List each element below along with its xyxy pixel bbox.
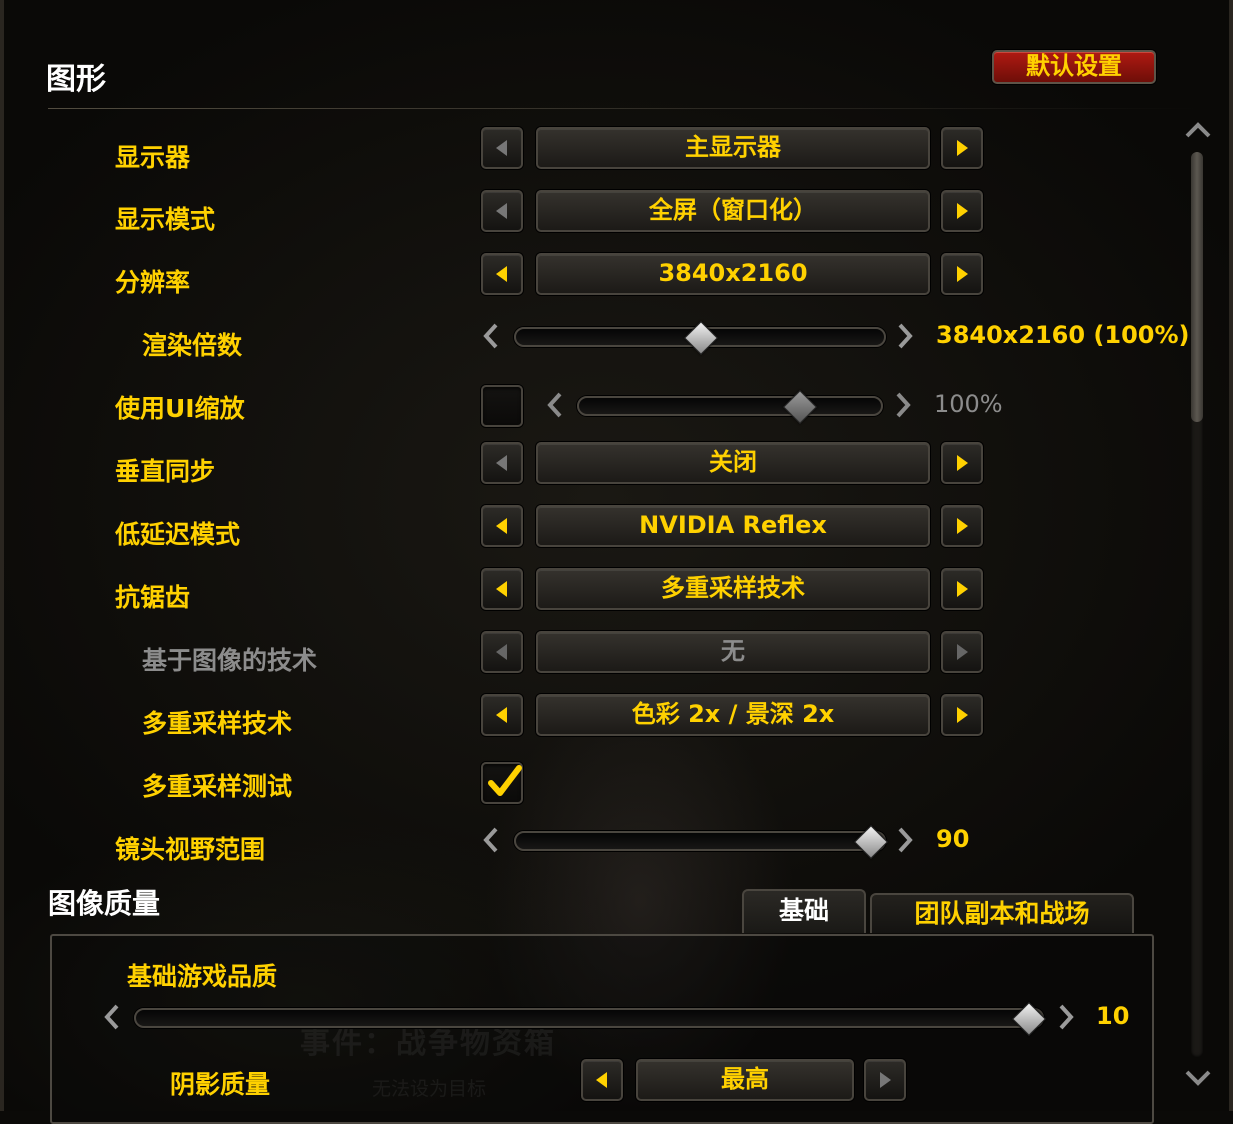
left-arrow-icon [496, 581, 507, 597]
multisample-test-label: 多重采样测试 [142, 772, 293, 801]
vsync-next-button[interactable] [941, 442, 983, 484]
render-scale-decrease-icon[interactable] [483, 323, 499, 349]
resolution-label: 分辨率 [115, 268, 191, 297]
tab-raid-battleground[interactable]: 团队副本和战场 [870, 893, 1134, 933]
multisample-prev-button[interactable] [481, 694, 523, 736]
display-mode-dropdown[interactable]: 全屏（窗口化） [536, 190, 930, 232]
anti-aliasing-label: 抗锯齿 [115, 583, 191, 612]
low-latency-prev-button[interactable] [481, 505, 523, 547]
low-latency-next-button[interactable] [941, 505, 983, 547]
shadow-quality-label: 阴影质量 [170, 1070, 271, 1099]
base-quality-value: 10 [1096, 1002, 1130, 1030]
display-mode-prev-button[interactable] [481, 190, 523, 232]
left-arrow-icon [496, 644, 507, 660]
image-based-aa-label: 基于图像的技术 [142, 646, 318, 675]
vsync-label: 垂直同步 [115, 457, 216, 486]
scrollbar-thumb[interactable] [1191, 152, 1203, 422]
shadow-quality-next-button[interactable] [864, 1059, 906, 1101]
header-divider [48, 108, 1198, 109]
vsync-dropdown[interactable]: 关闭 [536, 442, 930, 484]
multisample-label: 多重采样技术 [142, 709, 293, 738]
right-arrow-icon [957, 581, 968, 597]
right-arrow-icon [957, 266, 968, 282]
left-arrow-icon [496, 455, 507, 471]
right-arrow-icon [957, 455, 968, 471]
left-arrow-icon [496, 707, 507, 723]
left-arrow-icon [496, 518, 507, 534]
right-arrow-icon [957, 203, 968, 219]
multisample-test-checkbox[interactable] [481, 762, 523, 804]
left-arrow-icon [496, 140, 507, 156]
chevron-down-icon[interactable] [1184, 1068, 1212, 1088]
right-arrow-icon [957, 707, 968, 723]
shadow-quality-prev-button[interactable] [581, 1059, 623, 1101]
resolution-prev-button[interactable] [481, 253, 523, 295]
multisample-dropdown[interactable]: 色彩 2x / 景深 2x [536, 694, 930, 736]
ui-scale-slider[interactable] [577, 390, 883, 424]
right-arrow-icon [957, 518, 968, 534]
base-quality-slider[interactable] [134, 1002, 1046, 1036]
multisample-next-button[interactable] [941, 694, 983, 736]
ui-scale-value: 100% [934, 390, 1003, 418]
fov-label: 镜头视野范围 [115, 835, 266, 864]
monitor-label: 显示器 [115, 143, 191, 172]
shadow-quality-dropdown[interactable]: 最高 [636, 1059, 854, 1101]
render-scale-label: 渲染倍数 [142, 331, 243, 360]
right-arrow-icon [880, 1072, 891, 1088]
ui-scale-increase-icon[interactable] [895, 392, 911, 418]
render-scale-slider[interactable] [514, 321, 886, 355]
base-quality-increase-icon[interactable] [1058, 1004, 1074, 1030]
left-arrow-icon [496, 266, 507, 282]
display-mode-next-button[interactable] [941, 190, 983, 232]
base-quality-label: 基础游戏品质 [127, 962, 278, 991]
low-latency-label: 低延迟模式 [115, 520, 241, 549]
fov-increase-icon[interactable] [897, 827, 913, 853]
low-latency-dropdown[interactable]: NVIDIA Reflex [536, 505, 930, 547]
render-scale-value: 3840x2160 (100%) [936, 321, 1190, 349]
image-based-aa-dropdown[interactable]: 无 [536, 631, 930, 673]
anti-aliasing-prev-button[interactable] [481, 568, 523, 610]
fov-slider[interactable] [514, 825, 888, 859]
display-mode-label: 显示模式 [115, 205, 216, 234]
monitor-dropdown[interactable]: 主显示器 [536, 127, 930, 169]
checkmark-icon [488, 765, 522, 796]
fov-value: 90 [936, 825, 970, 853]
image-based-aa-next-button[interactable] [941, 631, 983, 673]
base-quality-decrease-icon[interactable] [104, 1004, 120, 1030]
ui-scale-decrease-icon[interactable] [547, 392, 563, 418]
ui-scale-label: 使用UI缩放 [115, 394, 245, 423]
page-title: 图形 [46, 62, 106, 97]
left-arrow-icon [496, 203, 507, 219]
quality-section-title: 图像质量 [48, 887, 161, 920]
monitor-next-button[interactable] [941, 127, 983, 169]
anti-aliasing-dropdown[interactable]: 多重采样技术 [536, 568, 930, 610]
fov-decrease-icon[interactable] [483, 827, 499, 853]
resolution-next-button[interactable] [941, 253, 983, 295]
frame-left-border [0, 0, 4, 1111]
tab-basic[interactable]: 基础 [742, 889, 866, 933]
image-based-aa-prev-button[interactable] [481, 631, 523, 673]
monitor-prev-button[interactable] [481, 127, 523, 169]
left-arrow-icon [596, 1072, 607, 1088]
chevron-up-icon[interactable] [1184, 120, 1212, 140]
right-arrow-icon [957, 140, 968, 156]
resolution-dropdown[interactable]: 3840x2160 [536, 253, 930, 295]
right-arrow-icon [957, 644, 968, 660]
render-scale-increase-icon[interactable] [897, 323, 913, 349]
vsync-prev-button[interactable] [481, 442, 523, 484]
frame-right-border [1229, 0, 1233, 1111]
defaults-button[interactable]: 默认设置 [992, 50, 1156, 84]
ui-scale-checkbox[interactable] [481, 385, 523, 427]
anti-aliasing-next-button[interactable] [941, 568, 983, 610]
